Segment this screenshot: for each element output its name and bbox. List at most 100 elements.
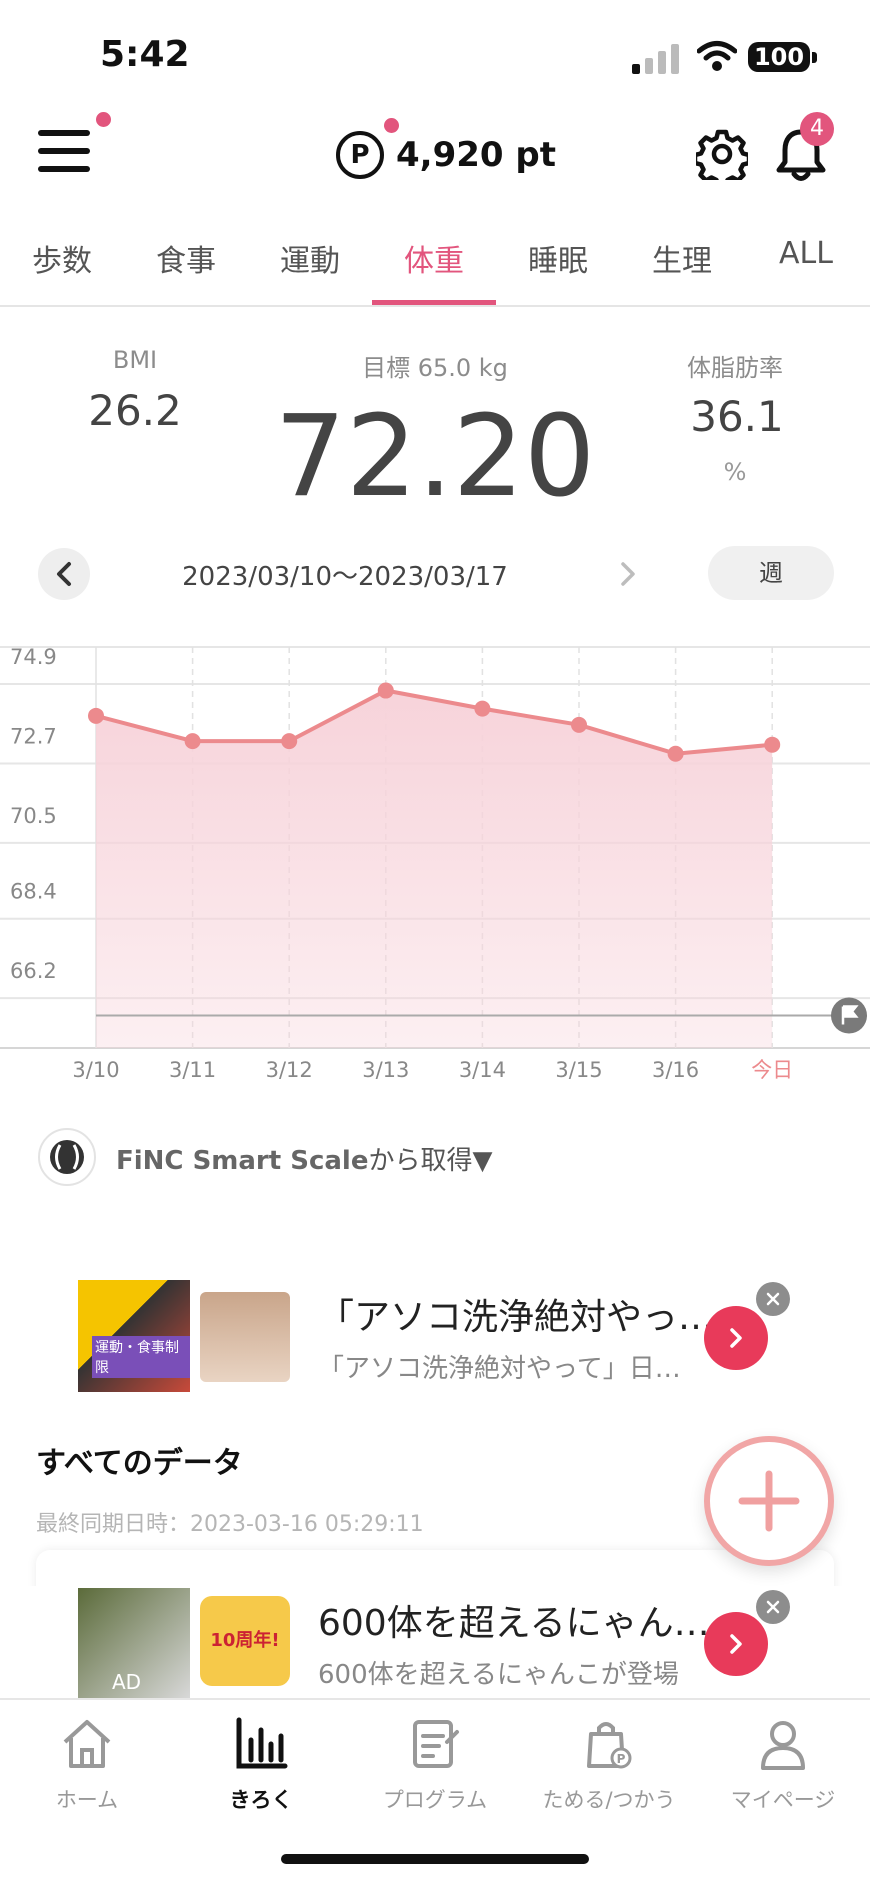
ad-open-button-2[interactable] xyxy=(704,1612,768,1676)
x-tick-label: 3/10 xyxy=(72,1058,119,1080)
points-value: 4,920 pt xyxy=(396,135,556,175)
ad-badge: AD xyxy=(112,1670,142,1694)
nav-program-label: プログラム xyxy=(382,1788,488,1812)
ad-thumbnail-1[interactable]: 運動・食事制限 xyxy=(78,1280,190,1392)
ad-thumbnail-4[interactable]: 10周年! xyxy=(200,1596,290,1686)
body-fat-value: 36.1 xyxy=(690,392,784,441)
data-point xyxy=(667,745,684,762)
tab-meals[interactable]: 食事 xyxy=(124,222,248,306)
x-tick-label: 3/16 xyxy=(652,1058,699,1080)
nav-mypage[interactable]: マイページ xyxy=(696,1714,870,1814)
chevron-right-icon xyxy=(621,562,635,586)
chevron-left-icon xyxy=(57,562,71,586)
ad-close-button-2[interactable] xyxy=(756,1590,790,1624)
nav-mypage-label: マイページ xyxy=(730,1788,836,1812)
svg-text:P: P xyxy=(617,1752,626,1766)
data-point xyxy=(377,682,394,699)
data-point xyxy=(281,733,298,750)
ad-subtitle-2[interactable]: 600体を超えるにゃんこが登場 xyxy=(318,1654,698,1691)
data-point xyxy=(764,736,781,753)
tab-weight[interactable]: 体重 xyxy=(372,222,496,306)
menu-notification-dot xyxy=(96,112,111,127)
tab-sleep[interactable]: 睡眠 xyxy=(496,222,620,306)
nav-home[interactable]: ホーム xyxy=(0,1714,174,1814)
chevron-right-icon xyxy=(730,1328,742,1348)
points-icon: P xyxy=(336,131,384,179)
ad-thumbnail-2[interactable] xyxy=(200,1292,290,1382)
category-tabs: 歩数 食事 運動 体重 睡眠 生理 ALL xyxy=(0,222,870,306)
battery-indicator: 100 xyxy=(748,42,810,72)
nav-points-label: ためる/つかう xyxy=(542,1788,676,1812)
nav-records[interactable]: きろく xyxy=(174,1714,348,1814)
tab-exercise[interactable]: 運動 xyxy=(248,222,372,306)
body-fat-label: 体脂肪率 xyxy=(687,354,783,382)
body-fat-unit: % xyxy=(723,458,747,486)
current-weight: 72.20 xyxy=(274,392,596,522)
tab-all[interactable]: ALL xyxy=(744,222,868,306)
x-tick-label: 今日 xyxy=(751,1058,793,1080)
y-tick-label: 66.2 xyxy=(10,959,57,983)
last-sync-time: 最終同期日時：2023-03-16 05:29:11 xyxy=(36,1512,424,1537)
battery-cap xyxy=(812,52,817,63)
notification-badge: 4 xyxy=(800,112,834,146)
date-range: 2023/03/10〜2023/03/17 xyxy=(182,562,508,592)
ad-title[interactable]: 「アソコ洗浄絶対やっ… xyxy=(318,1288,708,1340)
plus-icon xyxy=(738,1470,800,1532)
ad-close-button[interactable] xyxy=(756,1282,790,1316)
chart-bars-icon xyxy=(236,1717,288,1769)
signal-icon xyxy=(632,44,679,74)
x-tick-label: 3/11 xyxy=(169,1058,216,1080)
wifi-icon xyxy=(697,41,737,71)
ad-title-2[interactable]: 600体を超えるにゃん… xyxy=(318,1594,708,1646)
data-point xyxy=(184,733,201,750)
nav-records-label: きろく xyxy=(229,1788,293,1812)
x-tick-label: 3/12 xyxy=(266,1058,313,1080)
next-week-button[interactable] xyxy=(604,550,652,598)
nav-points[interactable]: P ためる/つかう xyxy=(522,1714,696,1814)
home-indicator xyxy=(281,1854,589,1864)
ad-thumbnail-caption: 運動・食事制限 xyxy=(92,1336,190,1378)
home-icon xyxy=(63,1720,111,1768)
shopping-bag-icon: P xyxy=(587,1722,632,1769)
tab-period[interactable]: 生理 xyxy=(620,222,744,306)
tab-steps[interactable]: 歩数 xyxy=(0,222,124,306)
goal-flag-icon xyxy=(831,997,867,1034)
tab-divider xyxy=(0,305,870,307)
y-tick-label: 72.7 xyxy=(10,724,57,748)
person-icon xyxy=(761,1721,805,1770)
nav-home-label: ホーム xyxy=(55,1788,119,1812)
smart-scale-icon xyxy=(38,1128,96,1186)
ad-subtitle[interactable]: 「アソコ洗浄絶対やって」日… xyxy=(318,1348,698,1385)
add-record-button[interactable] xyxy=(704,1436,834,1566)
bmi-value: 26.2 xyxy=(88,386,182,435)
points-display[interactable]: P 4,920 pt xyxy=(336,130,556,180)
x-tick-label: 3/15 xyxy=(555,1058,602,1080)
ad-open-button[interactable] xyxy=(704,1306,768,1370)
gear-icon[interactable] xyxy=(696,128,748,180)
menu-button[interactable] xyxy=(38,130,92,174)
program-icon xyxy=(413,1720,459,1768)
data-source-brand: FiNC Smart Scale xyxy=(116,1146,369,1176)
all-data-title: すべてのデータ xyxy=(36,1446,243,1481)
y-tick-label: 68.4 xyxy=(10,880,57,904)
x-tick-label: 3/13 xyxy=(362,1058,409,1080)
data-point xyxy=(88,707,104,724)
nav-program[interactable]: プログラム xyxy=(348,1714,522,1814)
y-tick-label: 70.5 xyxy=(10,804,57,828)
y-tick-label: 74.9 xyxy=(10,645,57,669)
close-icon xyxy=(766,1292,780,1306)
close-icon xyxy=(766,1600,780,1614)
data-source-suffix: から取得▼ xyxy=(368,1146,493,1176)
data-point xyxy=(474,700,491,717)
data-point xyxy=(571,716,587,733)
points-notification-dot xyxy=(384,118,399,133)
period-toggle-button[interactable]: 週 xyxy=(708,546,834,600)
previous-week-button[interactable] xyxy=(38,548,90,600)
x-tick-label: 3/14 xyxy=(459,1058,506,1080)
goal-weight-label: 目標 65.0 kg xyxy=(362,354,508,382)
data-source-selector[interactable]: FiNC Smart Scaleから取得▼ xyxy=(116,1140,492,1177)
chevron-right-icon xyxy=(730,1634,742,1654)
status-time: 5:42 xyxy=(100,34,190,75)
bmi-label: BMI xyxy=(112,346,158,374)
weight-chart: 74.9 72.7 70.5 68.4 66.2 3/10 3/11 3/12 3/13 3/1… xyxy=(0,645,870,1080)
